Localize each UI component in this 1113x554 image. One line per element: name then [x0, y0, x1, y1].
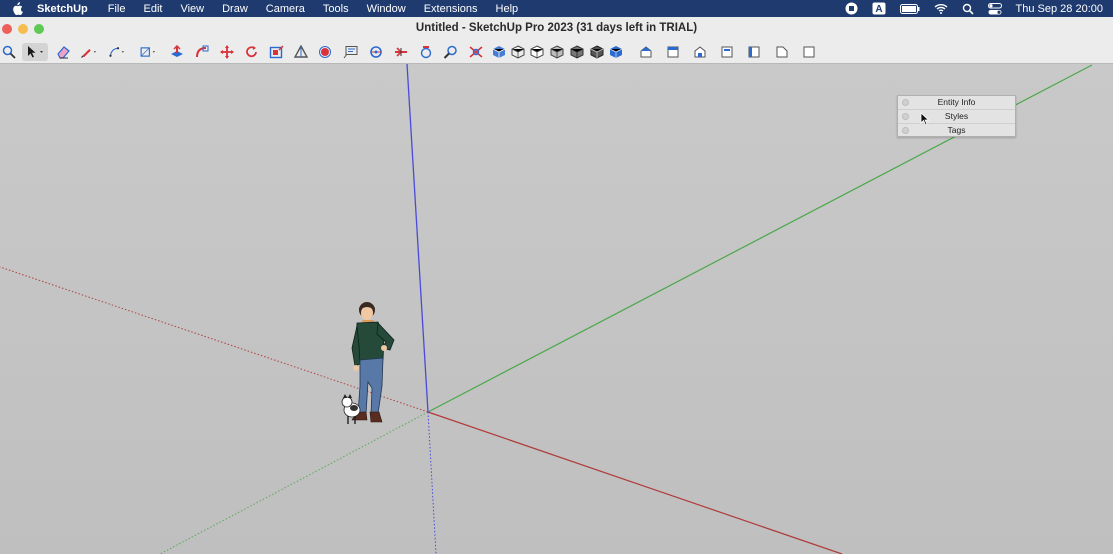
scale-tool-icon[interactable] [268, 43, 286, 61]
tray-item-label: Styles [944, 111, 969, 121]
rectangle-tool-icon[interactable] [140, 43, 158, 61]
screen-record-icon[interactable] [845, 2, 858, 15]
menu-camera[interactable]: Camera [266, 3, 305, 15]
tray-item-tags[interactable]: Tags [898, 124, 1015, 137]
tape-measure-icon[interactable] [292, 43, 310, 61]
shaded-textures-style-icon[interactable] [568, 43, 586, 61]
text-tool-icon[interactable] [342, 43, 360, 61]
select-tool-icon[interactable] [22, 43, 48, 61]
move-tool-icon[interactable] [218, 43, 236, 61]
menu-file[interactable]: File [108, 3, 126, 15]
control-center-icon[interactable] [987, 2, 1002, 15]
arc-tool-icon[interactable] [109, 43, 127, 61]
menubar-clock[interactable]: Thu Sep 28 20:00 [1016, 3, 1103, 15]
top-view-icon[interactable] [637, 43, 655, 61]
push-pull-icon[interactable] [168, 43, 186, 61]
window-title: Untitled - SketchUp Pro 2023 (31 days le… [415, 22, 698, 34]
tray-item-entity-info[interactable]: Entity Info [898, 96, 1015, 110]
window-title-bar: Untitled - SketchUp Pro 2023 (31 days le… [0, 17, 1113, 41]
rotate-tool-icon[interactable] [243, 43, 261, 61]
left-view-icon[interactable] [745, 43, 763, 61]
menu-view[interactable]: View [180, 3, 204, 15]
paint-bucket-icon[interactable] [317, 43, 335, 61]
menu-draw[interactable]: Draw [222, 3, 248, 15]
search-icon[interactable] [0, 43, 18, 61]
back-view-icon[interactable] [718, 43, 736, 61]
pencil-line-icon[interactable] [81, 43, 99, 61]
section-plane-icon[interactable] [392, 43, 410, 61]
apple-icon[interactable] [11, 2, 25, 16]
mouse-cursor-icon [920, 112, 930, 126]
axes-overlay [0, 64, 1093, 554]
menu-bar: SketchUp File Edit View Draw Camera Tool… [0, 0, 1113, 17]
battery-icon[interactable] [899, 3, 920, 14]
shaded-style-icon[interactable] [548, 43, 566, 61]
front-view-icon[interactable] [664, 43, 682, 61]
spotlight-icon[interactable] [962, 3, 974, 15]
wireframe-style-icon[interactable] [509, 43, 527, 61]
default-tray-panel: Entity Info Styles Tags [897, 95, 1016, 137]
hidden-line-style-icon[interactable] [528, 43, 546, 61]
blue-axis-negative [427, 411, 437, 554]
tray-item-label: Entity Info [937, 97, 976, 107]
menu-window[interactable]: Window [367, 3, 406, 15]
status-area: A Thu Sep 28 20:00 [831, 0, 1103, 17]
xray-style-icon[interactable] [490, 43, 508, 61]
menu-tools[interactable]: Tools [323, 3, 349, 15]
iso-view-icon[interactable] [607, 43, 625, 61]
red-axis-positive [427, 411, 843, 554]
zoom-extents-icon[interactable] [467, 43, 485, 61]
menu-app-name[interactable]: SketchUp [37, 3, 88, 15]
green-axis-negative [159, 411, 429, 554]
zoom-tool-icon[interactable] [442, 43, 460, 61]
monochrome-style-icon[interactable] [588, 43, 606, 61]
tray-item-styles[interactable]: Styles [898, 110, 1015, 124]
scale-figure-person[interactable] [338, 298, 402, 428]
right-view-icon[interactable] [691, 43, 709, 61]
svg-text:A: A [875, 4, 882, 15]
input-source-icon[interactable]: A [872, 2, 886, 15]
follow-me-icon[interactable] [193, 43, 211, 61]
menu-help[interactable]: Help [496, 3, 519, 15]
perspective-view-icon[interactable] [800, 43, 818, 61]
eraser-icon[interactable] [54, 43, 72, 61]
blue-axis-positive [406, 64, 429, 413]
menu-edit[interactable]: Edit [143, 3, 162, 15]
bottom-view-icon[interactable] [773, 43, 791, 61]
walk-tool-icon[interactable] [417, 43, 435, 61]
wifi-icon[interactable] [934, 3, 948, 14]
menu-extensions[interactable]: Extensions [424, 3, 478, 15]
main-toolbar [0, 41, 1113, 64]
model-viewport[interactable] [0, 64, 1113, 554]
tray-item-label: Tags [947, 125, 966, 135]
orbit-tool-icon[interactable] [367, 43, 385, 61]
